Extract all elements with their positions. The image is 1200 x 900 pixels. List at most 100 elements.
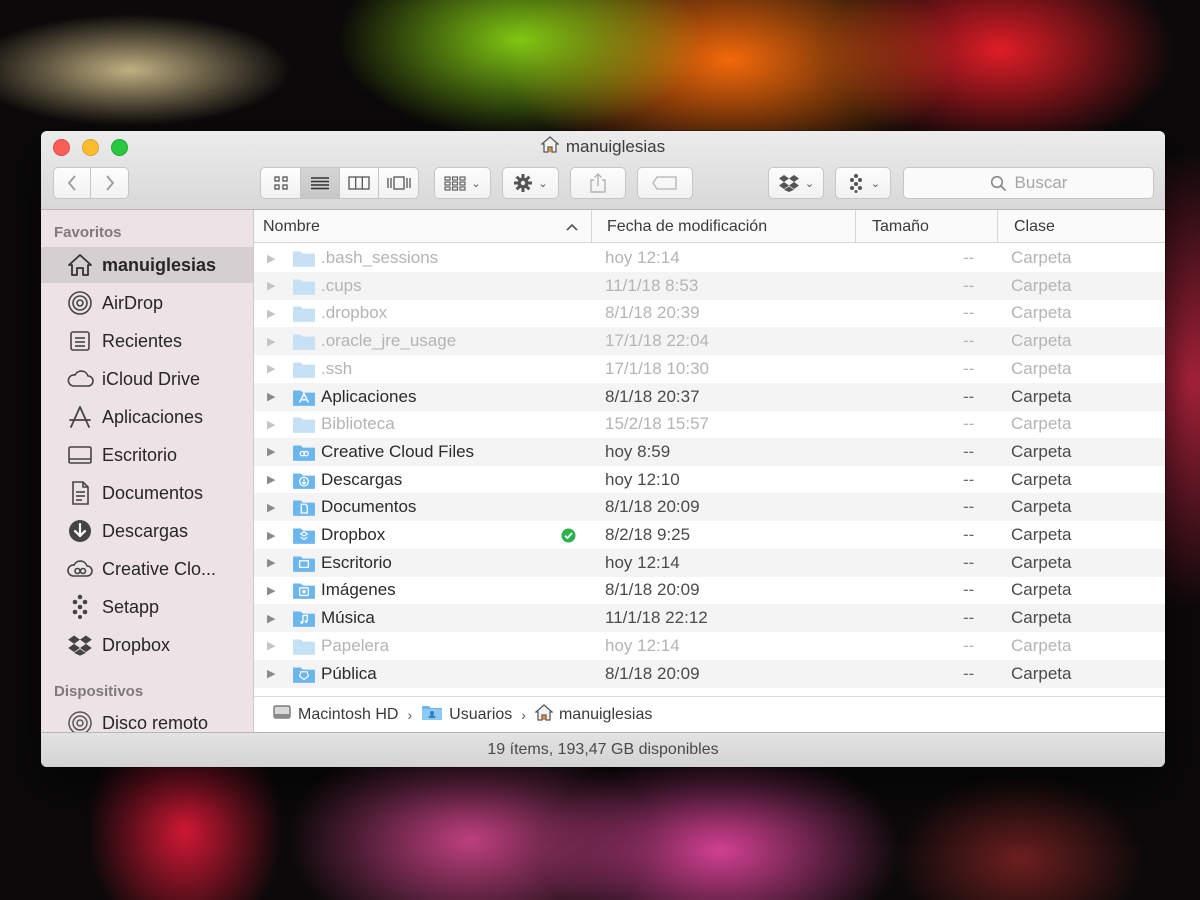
file-row[interactable]: ▶ .dropbox 8/1/18 20:39 -- Carpeta — [254, 299, 1165, 327]
column-header-date[interactable]: Fecha de modificación — [607, 210, 767, 243]
sidebar-item-setapp[interactable]: Setapp — [41, 589, 253, 625]
file-kind: Carpeta — [1011, 248, 1072, 267]
sidebar-item-icloud-drive[interactable]: iCloud Drive — [41, 361, 253, 397]
file-date: hoy 12:14 — [605, 248, 680, 267]
file-kind: Carpeta — [1011, 441, 1072, 461]
disclosure-triangle-icon[interactable]: ▶ — [267, 438, 275, 466]
file-row[interactable]: ▶ .bash_sessions hoy 12:14 -- Carpeta — [254, 244, 1165, 272]
disclosure-triangle-icon[interactable]: ▶ — [267, 410, 275, 438]
column-divider[interactable] — [591, 210, 592, 243]
file-name: .oracle_jre_usage — [321, 331, 457, 351]
list-icon — [311, 177, 329, 190]
dropbox-menu-button[interactable]: ⌄ — [768, 167, 824, 199]
sidebar-item-label: Disco remoto — [102, 712, 209, 733]
disclosure-triangle-icon[interactable]: ▶ — [267, 521, 275, 549]
file-name: Escritorio — [321, 552, 392, 572]
sidebar-item-label: Creative Clo... — [102, 558, 217, 579]
forward-button[interactable] — [91, 168, 128, 198]
tags-button[interactable] — [637, 167, 693, 199]
file-row[interactable]: ▶ Escritorio hoy 12:14 -- Carpeta — [254, 548, 1165, 577]
file-row[interactable]: ▶ Descargas hoy 12:10 -- Carpeta — [254, 466, 1165, 494]
file-row[interactable]: ▶ Papelera hoy 12:14 -- Carpeta — [254, 632, 1165, 660]
column-header-size[interactable]: Tamaño — [872, 210, 929, 243]
file-row[interactable]: ▶ Dropbox 8/2/18 9:25 -- Carpeta — [254, 521, 1165, 549]
sidebar-item-remote-disc[interactable]: Disco remoto — [41, 705, 253, 732]
file-size: -- — [963, 386, 975, 406]
desktop-icon — [66, 441, 94, 469]
sidebar-item-label: Recientes — [102, 330, 183, 351]
disclosure-triangle-icon[interactable]: ▶ — [267, 493, 275, 521]
file-row[interactable]: ▶ Imágenes 8/1/18 20:09 -- Carpeta — [254, 576, 1165, 604]
column-header-name[interactable]: Nombre — [263, 210, 593, 243]
sidebar-item-label: Descargas — [102, 520, 189, 541]
chevron-right-icon: › — [407, 706, 413, 723]
action-menu-button[interactable]: ⌄ — [502, 167, 559, 199]
dropbox-icon — [66, 631, 94, 659]
sidebar-item-documents[interactable]: Documentos — [41, 475, 253, 511]
disclosure-triangle-icon[interactable]: ▶ — [267, 549, 275, 577]
sidebar-item-applications[interactable]: Aplicaciones — [41, 399, 253, 435]
sidebar-item-desktop[interactable]: Escritorio — [41, 437, 253, 473]
column-view-button[interactable] — [340, 168, 379, 198]
coverflow-view-button[interactable] — [379, 168, 418, 198]
music-folder-icon — [292, 604, 316, 632]
file-row[interactable]: ▶ Biblioteca 15/2/18 15:57 -- Carpeta — [254, 410, 1165, 438]
chevron-right-icon — [105, 175, 114, 191]
disclosure-triangle-icon[interactable]: ▶ — [267, 299, 275, 327]
column-header-name-label: Nombre — [263, 217, 320, 235]
back-button[interactable] — [54, 168, 91, 198]
file-row[interactable]: ▶ Documentos 8/1/18 20:09 -- Carpeta — [254, 493, 1165, 522]
file-kind: Carpeta — [1011, 525, 1072, 544]
favorites-header: Favoritos — [54, 224, 122, 241]
sidebar-item-downloads[interactable]: Descargas — [41, 513, 253, 549]
disclosure-triangle-icon[interactable]: ▶ — [267, 576, 275, 604]
file-kind: Carpeta — [1011, 635, 1072, 655]
column-divider[interactable] — [997, 210, 998, 243]
search-field[interactable]: Buscar — [903, 167, 1154, 199]
nav-buttons — [53, 167, 129, 199]
sidebar-item-creative-cloud[interactable]: Creative Clo... — [41, 551, 253, 587]
file-row[interactable]: ▶ .oracle_jre_usage 17/1/18 22:04 -- Carpeta — [254, 327, 1165, 356]
setapp-icon — [66, 593, 94, 621]
sidebar-item-airdrop[interactable]: AirDrop — [41, 285, 253, 321]
setapp-menu-button[interactable]: ⌄ — [835, 167, 891, 199]
sidebar-item-dropbox[interactable]: Dropbox — [41, 627, 253, 663]
setapp-icon — [849, 174, 862, 193]
disclosure-triangle-icon[interactable]: ▶ — [267, 660, 275, 688]
disclosure-triangle-icon[interactable]: ▶ — [267, 272, 275, 300]
library-folder-icon — [292, 410, 316, 438]
sidebar: Favoritos manuiglesias AirDrop Recientes… — [41, 210, 254, 732]
sidebar-item-home[interactable]: manuiglesias — [41, 247, 253, 283]
creative-cloud-icon — [66, 555, 94, 583]
file-date: 17/1/18 10:30 — [605, 358, 709, 378]
list-view-button[interactable] — [301, 168, 340, 198]
column-divider[interactable] — [855, 210, 856, 243]
sidebar-item-recents[interactable]: Recientes — [41, 323, 253, 359]
disclosure-triangle-icon[interactable]: ▶ — [267, 632, 275, 660]
arrange-button[interactable]: ⌄ — [434, 167, 491, 199]
disclosure-triangle-icon[interactable]: ▶ — [267, 244, 275, 272]
column-header-kind[interactable]: Clase — [1014, 210, 1055, 243]
file-row[interactable]: ▶ .cups 11/1/18 8:53 -- Carpeta — [254, 271, 1165, 300]
share-button[interactable] — [570, 167, 626, 199]
disclosure-triangle-icon[interactable]: ▶ — [267, 327, 275, 355]
view-switcher — [260, 167, 419, 199]
file-row[interactable]: ▶ Pública 8/1/18 20:09 -- Carpeta — [254, 659, 1165, 688]
path-item-macintosh-hd[interactable]: Macintosh HD — [298, 706, 398, 724]
icon-view-button[interactable] — [261, 168, 301, 198]
disclosure-triangle-icon[interactable]: ▶ — [267, 355, 275, 383]
disclosure-triangle-icon[interactable]: ▶ — [267, 383, 275, 411]
desktop-folder-icon — [292, 549, 316, 577]
public-folder-icon — [292, 660, 316, 688]
file-kind: Carpeta — [1011, 386, 1072, 406]
window-title: manuiglesias — [41, 136, 1165, 157]
disclosure-triangle-icon[interactable]: ▶ — [267, 466, 275, 494]
file-row[interactable]: ▶ Aplicaciones 8/1/18 20:37 -- Carpeta — [254, 382, 1165, 411]
file-row[interactable]: ▶ Creative Cloud Files hoy 8:59 -- Carpeta — [254, 437, 1165, 466]
path-item-manuiglesias[interactable]: manuiglesias — [559, 706, 652, 724]
disclosure-triangle-icon[interactable]: ▶ — [267, 604, 275, 632]
folder-icon — [292, 632, 316, 660]
file-row[interactable]: ▶ Música 11/1/18 22:12 -- Carpeta — [254, 604, 1165, 633]
file-row[interactable]: ▶ .ssh 17/1/18 10:30 -- Carpeta — [254, 355, 1165, 383]
path-item-usuarios[interactable]: Usuarios — [449, 706, 512, 724]
